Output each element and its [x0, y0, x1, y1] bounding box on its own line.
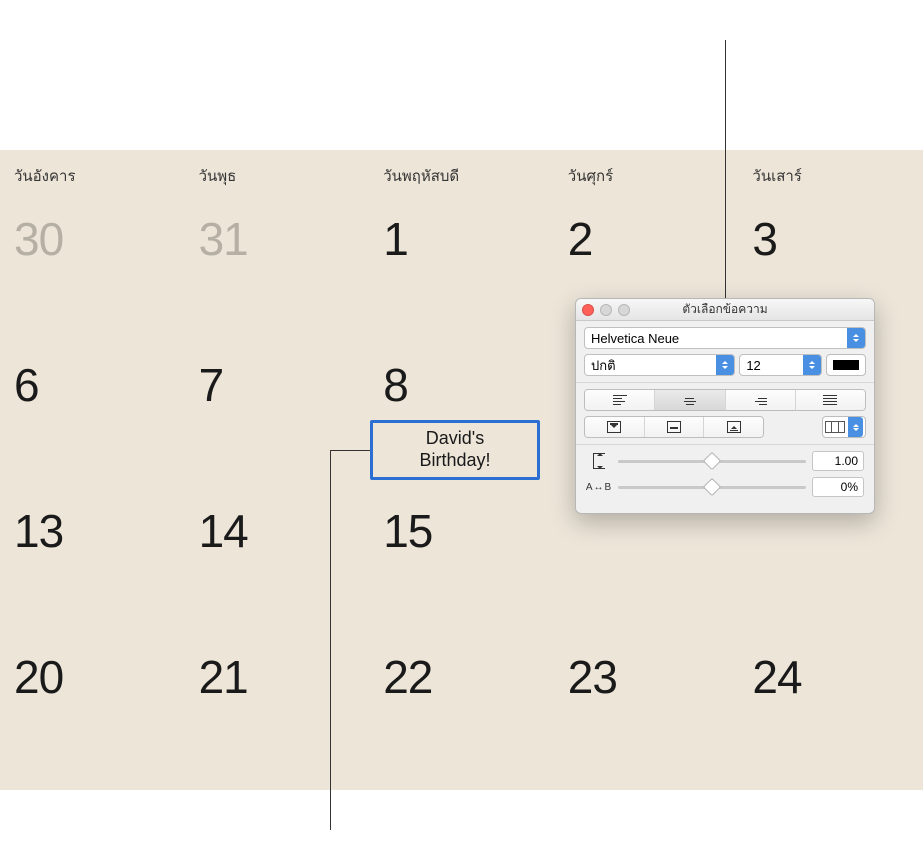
- day-header-fri: วันศุกร์: [554, 150, 739, 196]
- align-center-icon: [683, 395, 697, 406]
- panel-titlebar[interactable]: ตัวเลือกข้อความ: [576, 299, 874, 321]
- line-spacing-icon: [586, 453, 612, 469]
- callout-line: [330, 450, 370, 451]
- panel-title: ตัวเลือกข้อความ: [576, 300, 874, 319]
- event-text-box[interactable]: David's Birthday!: [370, 420, 540, 480]
- align-justify-icon: [823, 395, 837, 406]
- separator: [576, 444, 874, 445]
- day-cell[interactable]: 6: [0, 342, 185, 488]
- day-header-tue: วันอังคาร: [0, 150, 185, 196]
- color-swatch: [833, 360, 859, 370]
- callout-line: [330, 450, 331, 830]
- line-spacing-field[interactable]: 1.00: [812, 451, 864, 471]
- day-number: 1: [369, 196, 554, 266]
- char-spacing-slider[interactable]: [618, 479, 806, 495]
- separator: [576, 382, 874, 383]
- align-left-button[interactable]: [585, 390, 655, 410]
- valign-middle-icon: [667, 421, 681, 433]
- day-header-thu: วันพฤหัสบดี: [369, 150, 554, 196]
- day-cell[interactable]: 23: [554, 634, 739, 780]
- font-family-value: Helvetica Neue: [591, 331, 679, 346]
- day-cell[interactable]: 7: [185, 342, 370, 488]
- dropdown-stepper-icon: [848, 417, 863, 437]
- align-right-button[interactable]: [726, 390, 796, 410]
- day-cell[interactable]: 24: [738, 634, 923, 780]
- font-style-value: ปกติ: [591, 355, 616, 376]
- day-cell[interactable]: 20: [0, 634, 185, 780]
- event-text: David's Birthday!: [419, 428, 490, 471]
- day-number: 2: [554, 196, 739, 266]
- day-number: 13: [0, 488, 185, 558]
- day-cell[interactable]: 22: [369, 634, 554, 780]
- align-justify-button[interactable]: [796, 390, 865, 410]
- day-number: 15: [369, 488, 554, 558]
- day-number: 6: [0, 342, 185, 412]
- char-spacing-icon: A↔B: [586, 482, 612, 493]
- text-color-well[interactable]: [826, 354, 866, 376]
- day-number: 31: [185, 196, 370, 266]
- day-number: 30: [0, 196, 185, 266]
- columns-icon: [825, 421, 845, 433]
- day-number: 7: [185, 342, 370, 412]
- valign-bottom-icon: [727, 421, 741, 433]
- day-cell[interactable]: 1: [369, 196, 554, 342]
- day-number: 24: [738, 634, 923, 704]
- day-number: 14: [185, 488, 370, 558]
- day-header-wed: วันพุธ: [185, 150, 370, 196]
- day-number: 21: [185, 634, 370, 704]
- day-cell[interactable]: 30: [0, 196, 185, 342]
- char-spacing-field[interactable]: 0%: [812, 477, 864, 497]
- dropdown-stepper-icon: [803, 355, 821, 375]
- day-cell[interactable]: 14: [185, 488, 370, 634]
- font-style-select[interactable]: ปกติ: [584, 354, 735, 376]
- callout-line: [725, 40, 726, 298]
- day-cell[interactable]: 21: [185, 634, 370, 780]
- align-center-button[interactable]: [655, 390, 725, 410]
- valign-top-icon: [607, 421, 621, 433]
- font-family-select[interactable]: Helvetica Neue: [584, 327, 866, 349]
- valign-top-button[interactable]: [585, 417, 645, 437]
- day-number: 23: [554, 634, 739, 704]
- day-number: 20: [0, 634, 185, 704]
- valign-bottom-button[interactable]: [704, 417, 763, 437]
- day-header-sat: วันเสาร์: [738, 150, 923, 196]
- horizontal-alignment-group: [584, 389, 866, 411]
- align-left-icon: [613, 395, 627, 406]
- day-number: 3: [738, 196, 923, 266]
- dropdown-stepper-icon: [716, 355, 734, 375]
- valign-middle-button[interactable]: [645, 417, 705, 437]
- vertical-alignment-group: [584, 416, 764, 438]
- text-options-panel: ตัวเลือกข้อความ Helvetica Neue ปกติ 12: [575, 298, 875, 514]
- align-right-icon: [753, 395, 767, 406]
- line-spacing-slider[interactable]: [618, 453, 806, 469]
- day-number: 8: [369, 342, 554, 412]
- dropdown-stepper-icon: [847, 328, 865, 348]
- font-size-select[interactable]: 12: [739, 354, 822, 376]
- day-cell[interactable]: 13: [0, 488, 185, 634]
- columns-select[interactable]: [822, 416, 866, 438]
- day-number: 22: [369, 634, 554, 704]
- font-size-value: 12: [746, 358, 760, 373]
- day-cell[interactable]: 15: [369, 488, 554, 634]
- day-cell[interactable]: 31: [185, 196, 370, 342]
